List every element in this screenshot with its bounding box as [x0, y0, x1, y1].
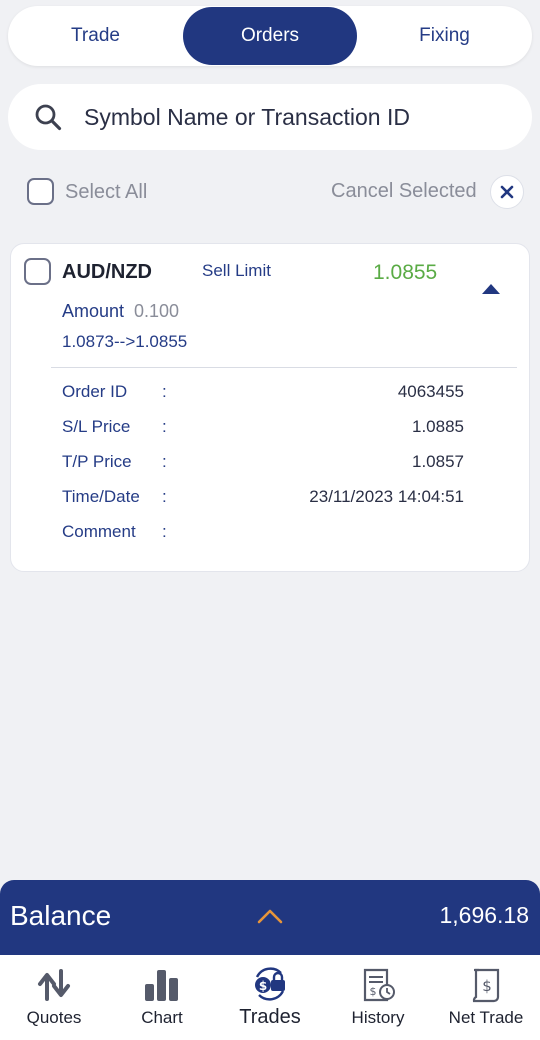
balance-label: Balance — [10, 900, 112, 931]
detail-colon: : — [162, 487, 167, 506]
tab-fixing[interactable]: Fixing — [357, 7, 532, 65]
detail-colon: : — [162, 452, 167, 471]
detail-colon: : — [162, 417, 167, 436]
tab-trade[interactable]: Trade — [8, 7, 183, 65]
collapse-arrow-icon[interactable] — [481, 282, 501, 296]
price-range: 1.0873-->1.0855 — [62, 332, 188, 351]
tab-orders[interactable]: Orders — [183, 7, 357, 65]
svg-text:$: $ — [259, 979, 267, 993]
order-type: Sell Limit — [202, 261, 271, 280]
nav-label: History — [351, 1008, 405, 1027]
cancel-selected-button[interactable]: Cancel Selected — [331, 180, 477, 203]
detail-label: S/L Price — [62, 417, 131, 436]
order-card[interactable]: AUD/NZD Sell Limit 1.0855 Amount 0.100 1… — [10, 243, 530, 572]
search-input[interactable] — [84, 103, 504, 131]
nav-item-trades[interactable]: $ Trades — [216, 955, 324, 1040]
selection-bar: Select All Cancel Selected — [0, 172, 540, 212]
search-icon[interactable] — [34, 103, 62, 131]
order-price: 1.0855 — [373, 261, 438, 284]
close-icon — [500, 185, 514, 199]
bottom-navigation: Quotes Chart $ Trades $ History $ Net Tr… — [0, 955, 540, 1040]
balance-value: 1,696.18 — [439, 902, 529, 928]
detail-colon: : — [162, 522, 167, 541]
quotes-icon — [38, 969, 70, 1001]
order-symbol: AUD/NZD — [62, 261, 152, 283]
detail-row-time-date: Time/Date : 23/11/2023 14:04:51 — [11, 487, 531, 513]
detail-value: 1.0857 — [412, 452, 464, 471]
nav-label: Quotes — [26, 1008, 82, 1027]
chevron-up-icon[interactable] — [257, 908, 283, 924]
detail-label: Time/Date — [62, 487, 140, 506]
order-tab-bar: Trade Orders Fixing — [8, 6, 532, 66]
amount-value: 0.100 — [134, 301, 180, 321]
detail-label: Order ID — [62, 382, 128, 401]
svg-text:$: $ — [370, 985, 377, 998]
trades-icon: $ — [255, 967, 285, 1001]
balance-bar[interactable]: Balance 1,696.18 — [0, 880, 540, 955]
nav-label: Chart — [141, 1008, 183, 1027]
detail-row-sl-price: S/L Price : 1.0885 — [11, 417, 531, 443]
detail-row-order-id: Order ID : 4063455 — [11, 382, 531, 408]
nav-label: Trades — [239, 1006, 301, 1028]
nav-item-net-trade[interactable]: $ Net Trade — [432, 955, 540, 1040]
detail-row-comment: Comment : — [11, 522, 531, 548]
svg-text:$: $ — [482, 977, 492, 995]
nav-label: Net Trade — [448, 1008, 524, 1027]
net-trade-icon: $ — [472, 968, 500, 1003]
detail-row-tp-price: T/P Price : 1.0857 — [11, 452, 531, 478]
detail-colon: : — [162, 382, 167, 401]
search-bar — [8, 84, 532, 150]
order-checkbox[interactable] — [24, 258, 51, 285]
detail-value: 23/11/2023 14:04:51 — [309, 487, 464, 506]
select-all-checkbox[interactable] — [27, 178, 54, 205]
select-all-label[interactable]: Select All — [65, 181, 147, 204]
detail-value: 1.0885 — [412, 417, 464, 436]
detail-value: 4063455 — [397, 382, 464, 401]
detail-label: T/P Price — [62, 452, 132, 471]
nav-item-quotes[interactable]: Quotes — [0, 955, 108, 1040]
chart-icon — [145, 970, 178, 1001]
nav-item-history[interactable]: $ History — [324, 955, 432, 1040]
cancel-selected-close-button[interactable] — [490, 175, 524, 209]
detail-label: Comment — [62, 522, 136, 541]
amount-label: Amount — [62, 301, 125, 321]
history-icon: $ — [363, 968, 395, 1002]
nav-item-chart[interactable]: Chart — [108, 955, 216, 1040]
card-divider — [51, 367, 517, 368]
